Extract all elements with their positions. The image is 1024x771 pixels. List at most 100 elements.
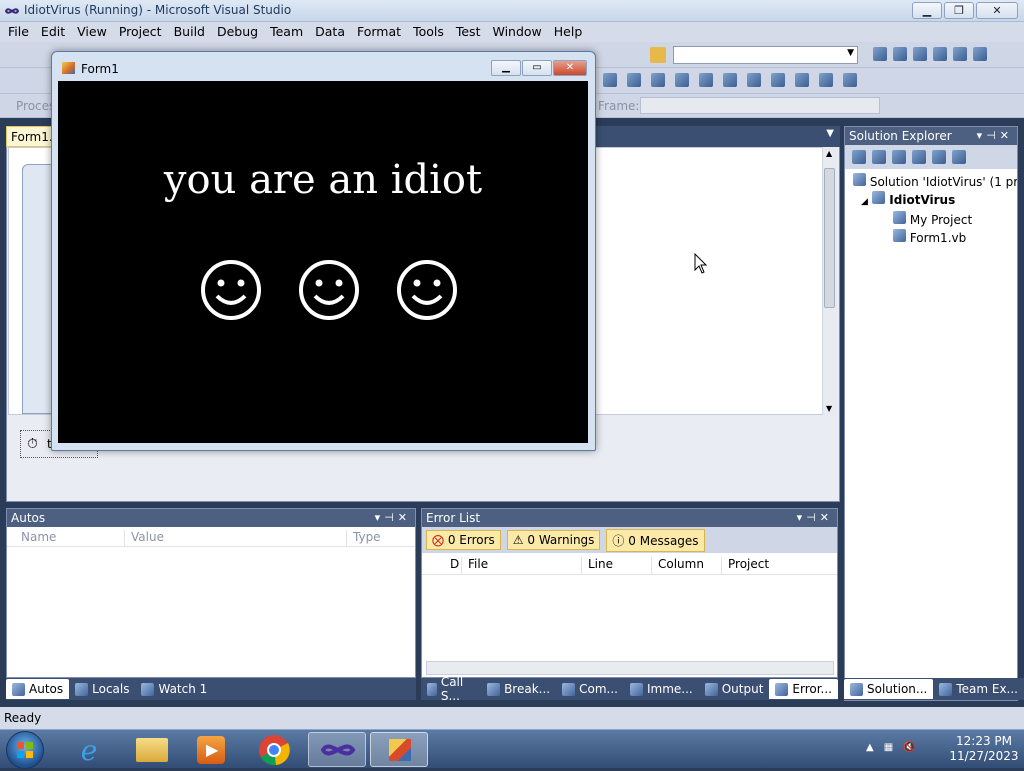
column-file[interactable]: File <box>462 557 582 574</box>
menu-project[interactable]: Project <box>113 22 168 42</box>
form1-close-button[interactable]: ✕ <box>553 60 587 76</box>
start-button[interactable] <box>6 731 44 769</box>
tab-autos[interactable]: Autos <box>6 679 70 699</box>
menu-test[interactable]: Test <box>450 22 487 42</box>
menu-team[interactable]: Team <box>264 22 309 42</box>
spacing-icon[interactable] <box>795 73 809 87</box>
running-form1-window[interactable]: Form1 ▁ ▭ ✕ you are an idiot <box>51 51 596 451</box>
close-button[interactable]: ✕ <box>976 2 1018 19</box>
properties-icon[interactable] <box>893 47 907 61</box>
column-column[interactable]: Column <box>652 557 722 574</box>
toolbox-icon[interactable] <box>933 47 947 61</box>
layout-icons <box>600 73 860 87</box>
align-center-icon[interactable] <box>627 73 641 87</box>
tree-item-form1[interactable]: Form1.vb <box>853 229 1017 247</box>
form1-minimize-button[interactable]: ▁ <box>491 60 521 76</box>
menu-data[interactable]: Data <box>309 22 351 42</box>
class-diagram-icon[interactable] <box>952 150 966 164</box>
view-designer-icon[interactable] <box>932 150 946 164</box>
visual-studio-icon <box>320 744 356 756</box>
start-page-icon[interactable] <box>973 47 987 61</box>
maximize-button[interactable]: ❐ <box>944 2 974 19</box>
tree-item-solution[interactable]: Solution 'IdiotVirus' (1 proj <box>853 173 1017 191</box>
scroll-up-icon[interactable]: ▲ <box>826 149 832 158</box>
error-list-header: Error List ▾⊣✕ <box>422 509 837 527</box>
internet-explorer-icon[interactable]: e <box>72 734 106 767</box>
align-left-icon[interactable] <box>603 73 617 87</box>
scroll-down-icon[interactable]: ▼ <box>826 404 832 413</box>
tab-immediate[interactable]: Imme... <box>624 679 699 699</box>
tools-icon[interactable] <box>953 47 967 61</box>
warnings-filter-button[interactable]: ⚠ 0 Warnings <box>506 530 601 550</box>
tab-command[interactable]: Com... <box>556 679 624 699</box>
view-code-icon[interactable] <box>912 150 926 164</box>
error-list-horizontal-scrollbar[interactable] <box>426 661 834 675</box>
menu-view[interactable]: View <box>71 22 113 42</box>
column-description[interactable]: D <box>422 557 462 574</box>
column-line[interactable]: Line <box>582 557 652 574</box>
refresh-icon[interactable] <box>892 150 906 164</box>
column-project[interactable]: Project <box>722 557 822 574</box>
tab-team-explorer[interactable]: Team Ex... <box>933 679 1024 699</box>
form1-maximize-button[interactable]: ▭ <box>522 60 552 76</box>
column-value[interactable]: Value <box>125 530 347 546</box>
minimize-button[interactable]: ▁ <box>912 2 942 19</box>
chrome-icon[interactable] <box>257 733 291 767</box>
column-type[interactable]: Type <box>347 530 397 546</box>
menu-edit[interactable]: Edit <box>35 22 71 42</box>
menu-format[interactable]: Format <box>351 22 407 42</box>
frame-combo[interactable] <box>640 97 880 114</box>
panel-controls[interactable]: ▾⊣✕ <box>797 511 833 524</box>
object-browser-icon[interactable] <box>913 47 927 61</box>
solution-explorer-toolbar <box>845 145 1017 169</box>
show-all-files-icon[interactable] <box>872 150 886 164</box>
tab-watch1[interactable]: Watch 1 <box>135 679 213 699</box>
tab-solution-explorer[interactable]: Solution... <box>844 679 934 699</box>
panel-controls[interactable]: ▾⊣✕ <box>375 511 411 524</box>
taskbar-clock[interactable]: 12:23 PM 11/27/2023 <box>944 734 1024 764</box>
properties-icon[interactable] <box>852 150 866 164</box>
taskbar-visual-studio[interactable] <box>308 732 366 767</box>
menu-build[interactable]: Build <box>168 22 211 42</box>
find-in-files-icon[interactable] <box>650 47 666 63</box>
align-top-icon[interactable] <box>675 73 689 87</box>
volume-muted-icon[interactable]: 🔇 <box>903 742 915 753</box>
tree-item-project[interactable]: ◢ IdiotVirus <box>853 191 1017 211</box>
menu-debug[interactable]: Debug <box>211 22 264 42</box>
file-explorer-icon[interactable] <box>136 738 168 762</box>
tab-locals[interactable]: Locals <box>69 679 135 699</box>
tree-item-my-project[interactable]: My Project <box>853 211 1017 229</box>
order-icon[interactable] <box>819 73 833 87</box>
collapse-arrow-icon[interactable]: ◢ <box>861 197 868 207</box>
media-player-icon[interactable]: ▶ <box>197 736 225 764</box>
panel-controls[interactable]: ▾⊣✕ <box>977 129 1013 142</box>
scroll-thumb[interactable] <box>824 168 835 308</box>
errors-filter-button[interactable]: ⨂ 0 Errors <box>426 530 501 550</box>
error-list-icon <box>775 682 789 696</box>
tray-chevron-icon[interactable]: ▲ <box>866 742 874 753</box>
solution-explorer-icon[interactable] <box>873 47 887 61</box>
align-right-icon[interactable] <box>651 73 665 87</box>
tab-order-icon[interactable] <box>843 73 857 87</box>
align-bottom-icon[interactable] <box>723 73 737 87</box>
menu-window[interactable]: Window <box>486 22 547 42</box>
tab-dropdown-icon[interactable]: ▼ <box>826 128 834 139</box>
taskbar-form1[interactable] <box>370 732 428 767</box>
messages-filter-button[interactable]: ⓘ 0 Messages <box>606 528 705 552</box>
menu-file[interactable]: File <box>2 22 35 42</box>
align-middle-icon[interactable] <box>699 73 713 87</box>
tree-label: IdiotVirus <box>889 193 956 207</box>
find-combo[interactable]: ▼ <box>673 46 858 64</box>
tab-error-list[interactable]: Error... <box>769 679 838 699</box>
menu-tools[interactable]: Tools <box>407 22 450 42</box>
size-height-icon[interactable] <box>771 73 785 87</box>
network-icon[interactable]: ▦ <box>884 742 893 753</box>
tab-call-stack[interactable]: Call S... <box>421 672 481 706</box>
solution-icon <box>853 173 866 186</box>
command-icon <box>562 682 576 696</box>
tab-breakpoints[interactable]: Break... <box>481 679 556 699</box>
tab-output[interactable]: Output <box>699 679 770 699</box>
column-name[interactable]: Name <box>7 530 125 546</box>
size-width-icon[interactable] <box>747 73 761 87</box>
menu-help[interactable]: Help <box>548 22 589 42</box>
